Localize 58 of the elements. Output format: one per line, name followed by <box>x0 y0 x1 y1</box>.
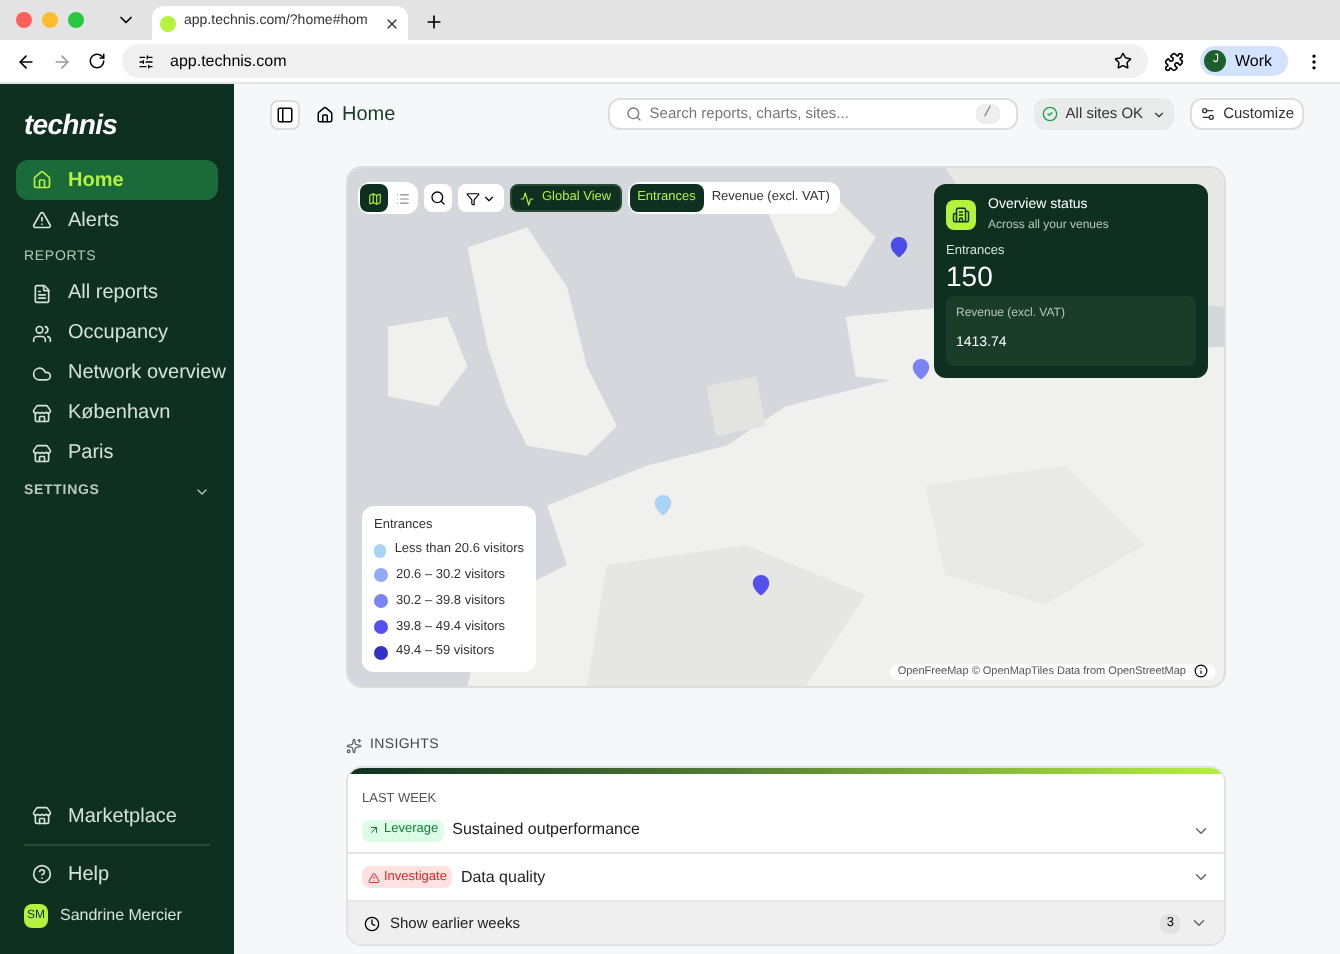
warning-icon <box>368 871 380 884</box>
nav-item[interactable]: Occupancy <box>16 313 218 353</box>
profile-name: Work <box>1234 49 1272 73</box>
nav-item[interactable]: Home <box>16 160 218 200</box>
insight-title: Sustained outperformance <box>452 818 640 843</box>
map-icon <box>367 191 381 205</box>
map-pin-icon[interactable] <box>750 574 772 596</box>
favicon-icon <box>160 15 176 31</box>
nav-item[interactable]: Alerts <box>16 200 218 240</box>
building-icon <box>946 200 976 231</box>
insight-title: Data quality <box>460 865 546 890</box>
people-icon <box>32 323 52 343</box>
help-icon <box>32 864 52 884</box>
address-field[interactable]: app.technis.com <box>122 44 1149 78</box>
bookmark-icon[interactable] <box>1114 52 1133 70</box>
chevron-icon <box>482 191 496 205</box>
document-icon <box>32 283 52 303</box>
nav-item[interactable]: Marketplace <box>16 796 218 836</box>
search-button[interactable] <box>424 184 452 212</box>
site-settings-icon[interactable] <box>138 53 154 69</box>
clock-icon <box>364 915 380 932</box>
sliders-icon <box>1199 106 1216 122</box>
back-icon[interactable] <box>16 51 36 71</box>
home-icon <box>32 170 52 190</box>
storefront-icon <box>32 806 52 826</box>
arrow-icon <box>368 824 380 837</box>
sparkle-icon <box>346 738 362 755</box>
info-icon[interactable] <box>1194 664 1208 679</box>
check-icon <box>1041 106 1058 122</box>
nav-item[interactable]: All reports <box>16 273 218 313</box>
nav-item[interactable]: Paris <box>16 433 218 473</box>
view-toggle[interactable] <box>360 184 388 212</box>
reload-icon[interactable] <box>88 52 106 70</box>
search-icon <box>625 106 642 122</box>
nav-item[interactable]: Help <box>16 854 218 894</box>
list-icon <box>395 191 409 205</box>
logo[interactable]: technis <box>24 103 118 145</box>
search-icon <box>430 190 446 206</box>
map-pin-icon[interactable] <box>888 236 910 258</box>
breadcrumb[interactable]: Home <box>342 99 396 129</box>
new-tab-icon[interactable] <box>424 12 444 32</box>
storefront-icon <box>32 443 52 463</box>
metric-value: 150 <box>946 260 995 293</box>
map-pin-icon[interactable] <box>910 358 932 380</box>
filter-button[interactable] <box>458 184 504 212</box>
close-tab-icon[interactable] <box>384 15 400 31</box>
user-name[interactable]: Sandrine Mercier <box>60 904 182 928</box>
extensions-icon[interactable] <box>1164 51 1185 71</box>
storefront-icon <box>32 403 52 423</box>
forward-icon[interactable] <box>52 51 72 71</box>
filter-icon <box>466 191 480 205</box>
sidebar-toggle-icon[interactable] <box>270 99 300 129</box>
warning-icon <box>32 210 52 230</box>
chevron-icon <box>1151 107 1166 121</box>
home-icon <box>316 105 334 123</box>
activity-icon <box>520 191 534 205</box>
nav-item[interactable]: København <box>16 393 218 433</box>
cloud-icon <box>32 363 52 383</box>
